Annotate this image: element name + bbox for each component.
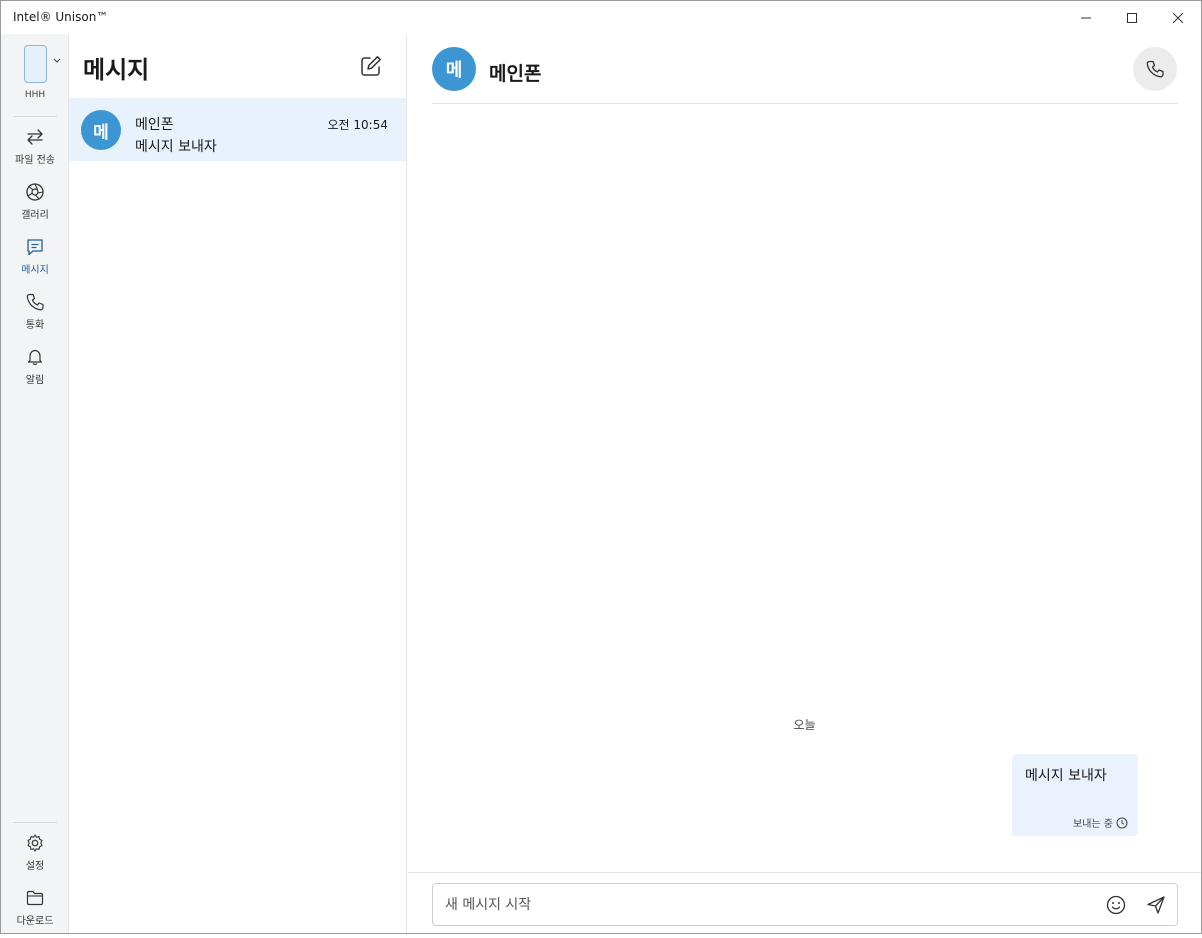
nav-label: 알림 (25, 375, 45, 386)
phone-icon (1146, 60, 1164, 78)
message-icon (27, 239, 43, 256)
title-bar: Intel® Unison™ (1, 1, 1201, 34)
transfer-arrows-icon (27, 129, 43, 145)
nav-label: 갤러리 (21, 210, 49, 221)
close-button[interactable] (1155, 1, 1201, 34)
message-text: 메시지 보내자 (1025, 768, 1107, 784)
page-title: 메시지 (83, 56, 150, 84)
phone-icon (26, 293, 44, 311)
message-status-text: 보내는 중 (1073, 819, 1113, 830)
send-button[interactable] (1145, 894, 1167, 916)
bell-icon (27, 349, 43, 365)
nav-label: 파일 전송 (15, 155, 55, 166)
message-bubble-sent[interactable]: 메시지 보내자 보내는 중 (1012, 754, 1138, 836)
nav-item-file-transfer[interactable]: 파일 전송 (1, 127, 69, 177)
minimize-icon (1081, 17, 1091, 18)
chevron-down-icon (53, 58, 61, 63)
nav-label: 다운로드 (16, 916, 54, 927)
nav-rail: HHH 파일 전송 갤러리 메시지 통화 알림 설정 다운로드 (1, 34, 69, 933)
nav-label: 통화 (25, 320, 45, 331)
conversation-name: 메인폰 (135, 117, 174, 133)
composer (432, 883, 1178, 926)
nav-divider (13, 116, 57, 117)
message-input[interactable] (445, 884, 1085, 925)
emoji-button[interactable] (1105, 894, 1127, 916)
message-status: 보내는 중 (1073, 815, 1128, 830)
nav-divider (13, 822, 57, 823)
nav-item-gallery[interactable]: 갤러리 (1, 182, 69, 232)
minimize-button[interactable] (1063, 1, 1109, 34)
nav-item-downloads[interactable]: 다운로드 (1, 888, 69, 938)
gear-icon (27, 834, 43, 852)
date-separator: 오늘 (793, 718, 816, 732)
send-icon (1147, 896, 1165, 914)
folder-icon (26, 890, 44, 906)
composer-area (408, 872, 1201, 933)
nav-item-messages[interactable]: 메시지 (1, 237, 69, 287)
app-window: Intel® Unison™ HHH 파일 전송 갤러리 메시지 통화 알림 설… (0, 0, 1202, 934)
chat-header: 메 메인폰 (432, 34, 1178, 104)
maximize-icon (1127, 12, 1137, 23)
nav-label: 메시지 (21, 265, 49, 276)
chat-contact-name: 메인폰 (489, 63, 542, 85)
avatar: 메 (432, 47, 476, 91)
aperture-icon (26, 183, 44, 201)
nav-item-calls[interactable]: 통화 (1, 292, 69, 342)
conversation-preview: 메시지 보내자 (135, 139, 217, 155)
clock-icon (1116, 817, 1128, 828)
nav-label: 설정 (25, 861, 45, 872)
call-button[interactable] (1133, 47, 1177, 91)
chat-pane: 메 메인폰 오늘 메시지 보내자 보내는 중 (408, 34, 1201, 933)
close-icon (1173, 12, 1183, 23)
maximize-button[interactable] (1109, 1, 1155, 34)
phone-device-icon (24, 45, 47, 83)
avatar: 메 (81, 110, 121, 150)
compose-icon (361, 56, 381, 76)
nav-item-settings[interactable]: 설정 (1, 833, 69, 883)
conversation-time: 오전 10:54 (327, 118, 388, 132)
app-title: Intel® Unison™ (13, 10, 109, 24)
new-message-button[interactable] (359, 54, 383, 78)
device-selector[interactable]: HHH (1, 44, 69, 104)
smiley-icon (1106, 895, 1126, 915)
nav-item-notifications[interactable]: 알림 (1, 347, 69, 397)
conversation-item[interactable]: 메 메인폰 오전 10:54 메시지 보내자 (69, 98, 406, 161)
conversation-list-pane: 메시지 메 메인폰 오전 10:54 메시지 보내자 (69, 34, 407, 933)
device-name: HHH (24, 90, 46, 100)
